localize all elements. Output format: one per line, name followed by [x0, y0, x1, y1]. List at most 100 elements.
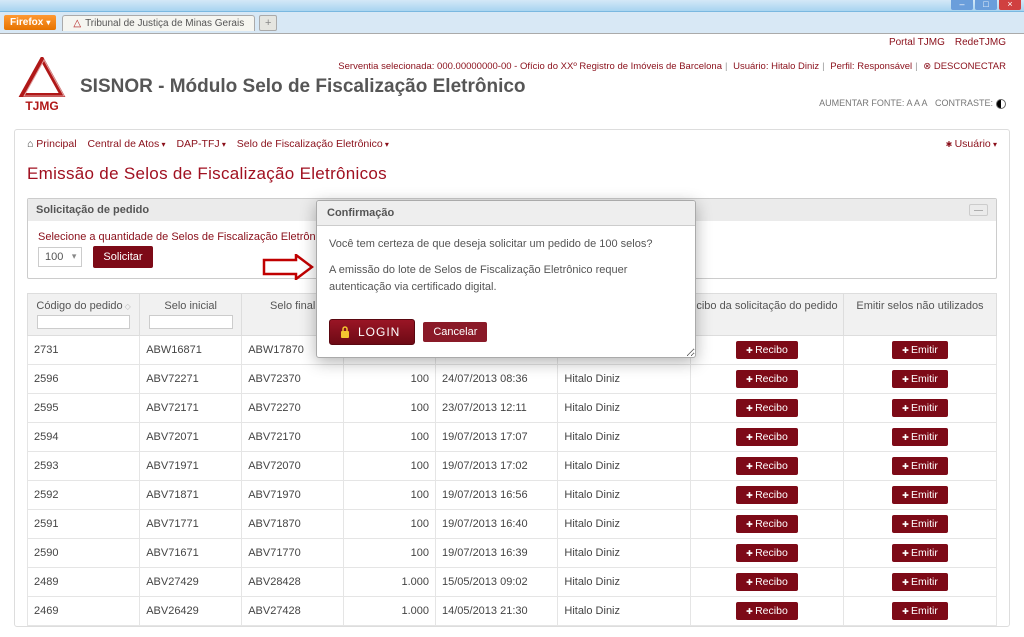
cell-final: ABV71970 [242, 481, 344, 510]
breadcrumb: Principal Central de Atos DAP-TFJ Selo d… [27, 136, 997, 158]
cell-qtd: 100 [344, 452, 436, 481]
cell-qtd: 1.000 [344, 568, 436, 597]
emitir-button[interactable]: Emitir [892, 486, 948, 504]
cell-qtd: 100 [344, 365, 436, 394]
callout-arrow-icon [262, 254, 314, 280]
close-button[interactable]: × [999, 0, 1021, 10]
recibo-button[interactable]: Recibo [736, 341, 798, 359]
th-codigo[interactable]: Código do pedido [36, 300, 122, 312]
cell-inicial: ABV72071 [140, 423, 242, 452]
recibo-button[interactable]: Recibo [736, 486, 798, 504]
brand-title: SISNOR - Módulo Selo de Fiscalização Ele… [80, 76, 1006, 98]
cell-inicial: ABV72271 [140, 365, 242, 394]
table-row: 2590ABV71671ABV7177010019/07/2013 16:39H… [28, 539, 997, 568]
minimize-button[interactable]: – [951, 0, 973, 10]
cell-qtd: 100 [344, 539, 436, 568]
emitir-button[interactable]: Emitir [892, 399, 948, 417]
cell-codigo: 2595 [28, 394, 140, 423]
cell-final: ABV72070 [242, 452, 344, 481]
new-tab-button[interactable]: + [259, 15, 277, 31]
th-emitir: Emitir selos não utilizados [856, 300, 983, 312]
cell-user: Hitalo Diniz [558, 539, 691, 568]
cell-inicial: ABV71971 [140, 452, 242, 481]
cell-qtd: 100 [344, 510, 436, 539]
emitir-button[interactable]: Emitir [892, 544, 948, 562]
th-final[interactable]: Selo final [270, 300, 315, 312]
cell-qtd: 100 [344, 481, 436, 510]
recibo-button[interactable]: Recibo [736, 370, 798, 388]
cell-user: Hitalo Diniz [558, 423, 691, 452]
top-links: Portal TJMG RedeTJMG [0, 34, 1024, 51]
login-button[interactable]: LOGIN [329, 319, 415, 345]
window-titlebar: – □ × [0, 0, 1024, 12]
emitir-button[interactable]: Emitir [892, 428, 948, 446]
table-row: 2489ABV27429ABV284281.00015/05/2013 09:0… [28, 568, 997, 597]
cell-final: ABV72170 [242, 423, 344, 452]
dialog-title: Confirmação [317, 201, 695, 226]
breadcrumb-dap[interactable]: DAP-TFJ [176, 138, 225, 150]
table-row: 2594ABV72071ABV7217010019/07/2013 17:07H… [28, 423, 997, 452]
table-row: 2596ABV72271ABV7237010024/07/2013 08:36H… [28, 365, 997, 394]
recibo-button[interactable]: Recibo [736, 428, 798, 446]
cell-codigo: 2731 [28, 336, 140, 365]
table-row: 2591ABV71771ABV7187010019/07/2013 16:40H… [28, 510, 997, 539]
emitir-button[interactable]: Emitir [892, 457, 948, 475]
breadcrumb-selo[interactable]: Selo de Fiscalização Eletrônico [237, 138, 389, 150]
panel-title: Solicitação de pedido [36, 204, 149, 216]
cell-codigo: 2590 [28, 539, 140, 568]
portal-link[interactable]: Portal TJMG [889, 37, 945, 48]
emitir-button[interactable]: Emitir [892, 370, 948, 388]
tab-favicon: △ [73, 18, 81, 29]
cell-final: ABV27428 [242, 597, 344, 626]
recibo-button[interactable]: Recibo [736, 602, 798, 620]
cell-codigo: 2593 [28, 452, 140, 481]
emitir-button[interactable]: Emitir [892, 602, 948, 620]
cell-final: ABV28428 [242, 568, 344, 597]
cancelar-button[interactable]: Cancelar [423, 322, 487, 342]
cell-user: Hitalo Diniz [558, 568, 691, 597]
filter-inicial[interactable] [149, 315, 233, 329]
cell-final: ABV72270 [242, 394, 344, 423]
contrast-icon[interactable] [996, 99, 1006, 109]
table-row: 2595ABV72171ABV7227010023/07/2013 12:11H… [28, 394, 997, 423]
cell-inicial: ABV71871 [140, 481, 242, 510]
breadcrumb-usuario[interactable]: Usuário [946, 138, 997, 150]
cell-inicial: ABV27429 [140, 568, 242, 597]
cell-final: ABV72370 [242, 365, 344, 394]
cell-codigo: 2594 [28, 423, 140, 452]
rede-link[interactable]: RedeTJMG [955, 37, 1006, 48]
filter-codigo[interactable] [37, 315, 130, 329]
recibo-button[interactable]: Recibo [736, 515, 798, 533]
browser-tabbar: Firefox △ Tribunal de Justiça de Minas G… [0, 12, 1024, 34]
browser-tab[interactable]: △ Tribunal de Justiça de Minas Gerais [62, 15, 255, 31]
breadcrumb-principal[interactable]: Principal [27, 138, 77, 150]
emitir-button[interactable]: Emitir [892, 515, 948, 533]
qty-select[interactable]: 100 [38, 247, 82, 267]
cell-data: 19/07/2013 16:56 [435, 481, 557, 510]
table-row: 2469ABV26429ABV274281.00014/05/2013 21:3… [28, 597, 997, 626]
cell-data: 23/07/2013 12:11 [435, 394, 557, 423]
panel-collapse-button[interactable]: — [969, 204, 988, 216]
cell-user: Hitalo Diniz [558, 452, 691, 481]
cell-final: ABV71870 [242, 510, 344, 539]
table-row: 2593ABV71971ABV7207010019/07/2013 17:02H… [28, 452, 997, 481]
recibo-button[interactable]: Recibo [736, 457, 798, 475]
emitir-button[interactable]: Emitir [892, 341, 948, 359]
breadcrumb-central[interactable]: Central de Atos [87, 138, 165, 150]
cell-data: 19/07/2013 16:39 [435, 539, 557, 568]
th-inicial[interactable]: Selo inicial [164, 300, 217, 312]
cell-data: 15/05/2013 09:02 [435, 568, 557, 597]
tjmg-logo: TJMG [18, 57, 66, 113]
cell-data: 14/05/2013 21:30 [435, 597, 557, 626]
maximize-button[interactable]: □ [975, 0, 997, 10]
recibo-button[interactable]: Recibo [736, 399, 798, 417]
firefox-menu-button[interactable]: Firefox [4, 15, 56, 30]
cell-user: Hitalo Diniz [558, 510, 691, 539]
recibo-button[interactable]: Recibo [736, 544, 798, 562]
disconnect-link[interactable]: DESCONECTAR [923, 61, 1006, 72]
cell-codigo: 2591 [28, 510, 140, 539]
cell-inicial: ABV26429 [140, 597, 242, 626]
dialog-text-2: A emissão do lote de Selos de Fiscalizaç… [329, 262, 683, 297]
solicitar-button[interactable]: Solicitar [93, 246, 152, 268]
aux-line: AUMENTAR FONTE: A A A CONTRASTE: [80, 98, 1006, 109]
